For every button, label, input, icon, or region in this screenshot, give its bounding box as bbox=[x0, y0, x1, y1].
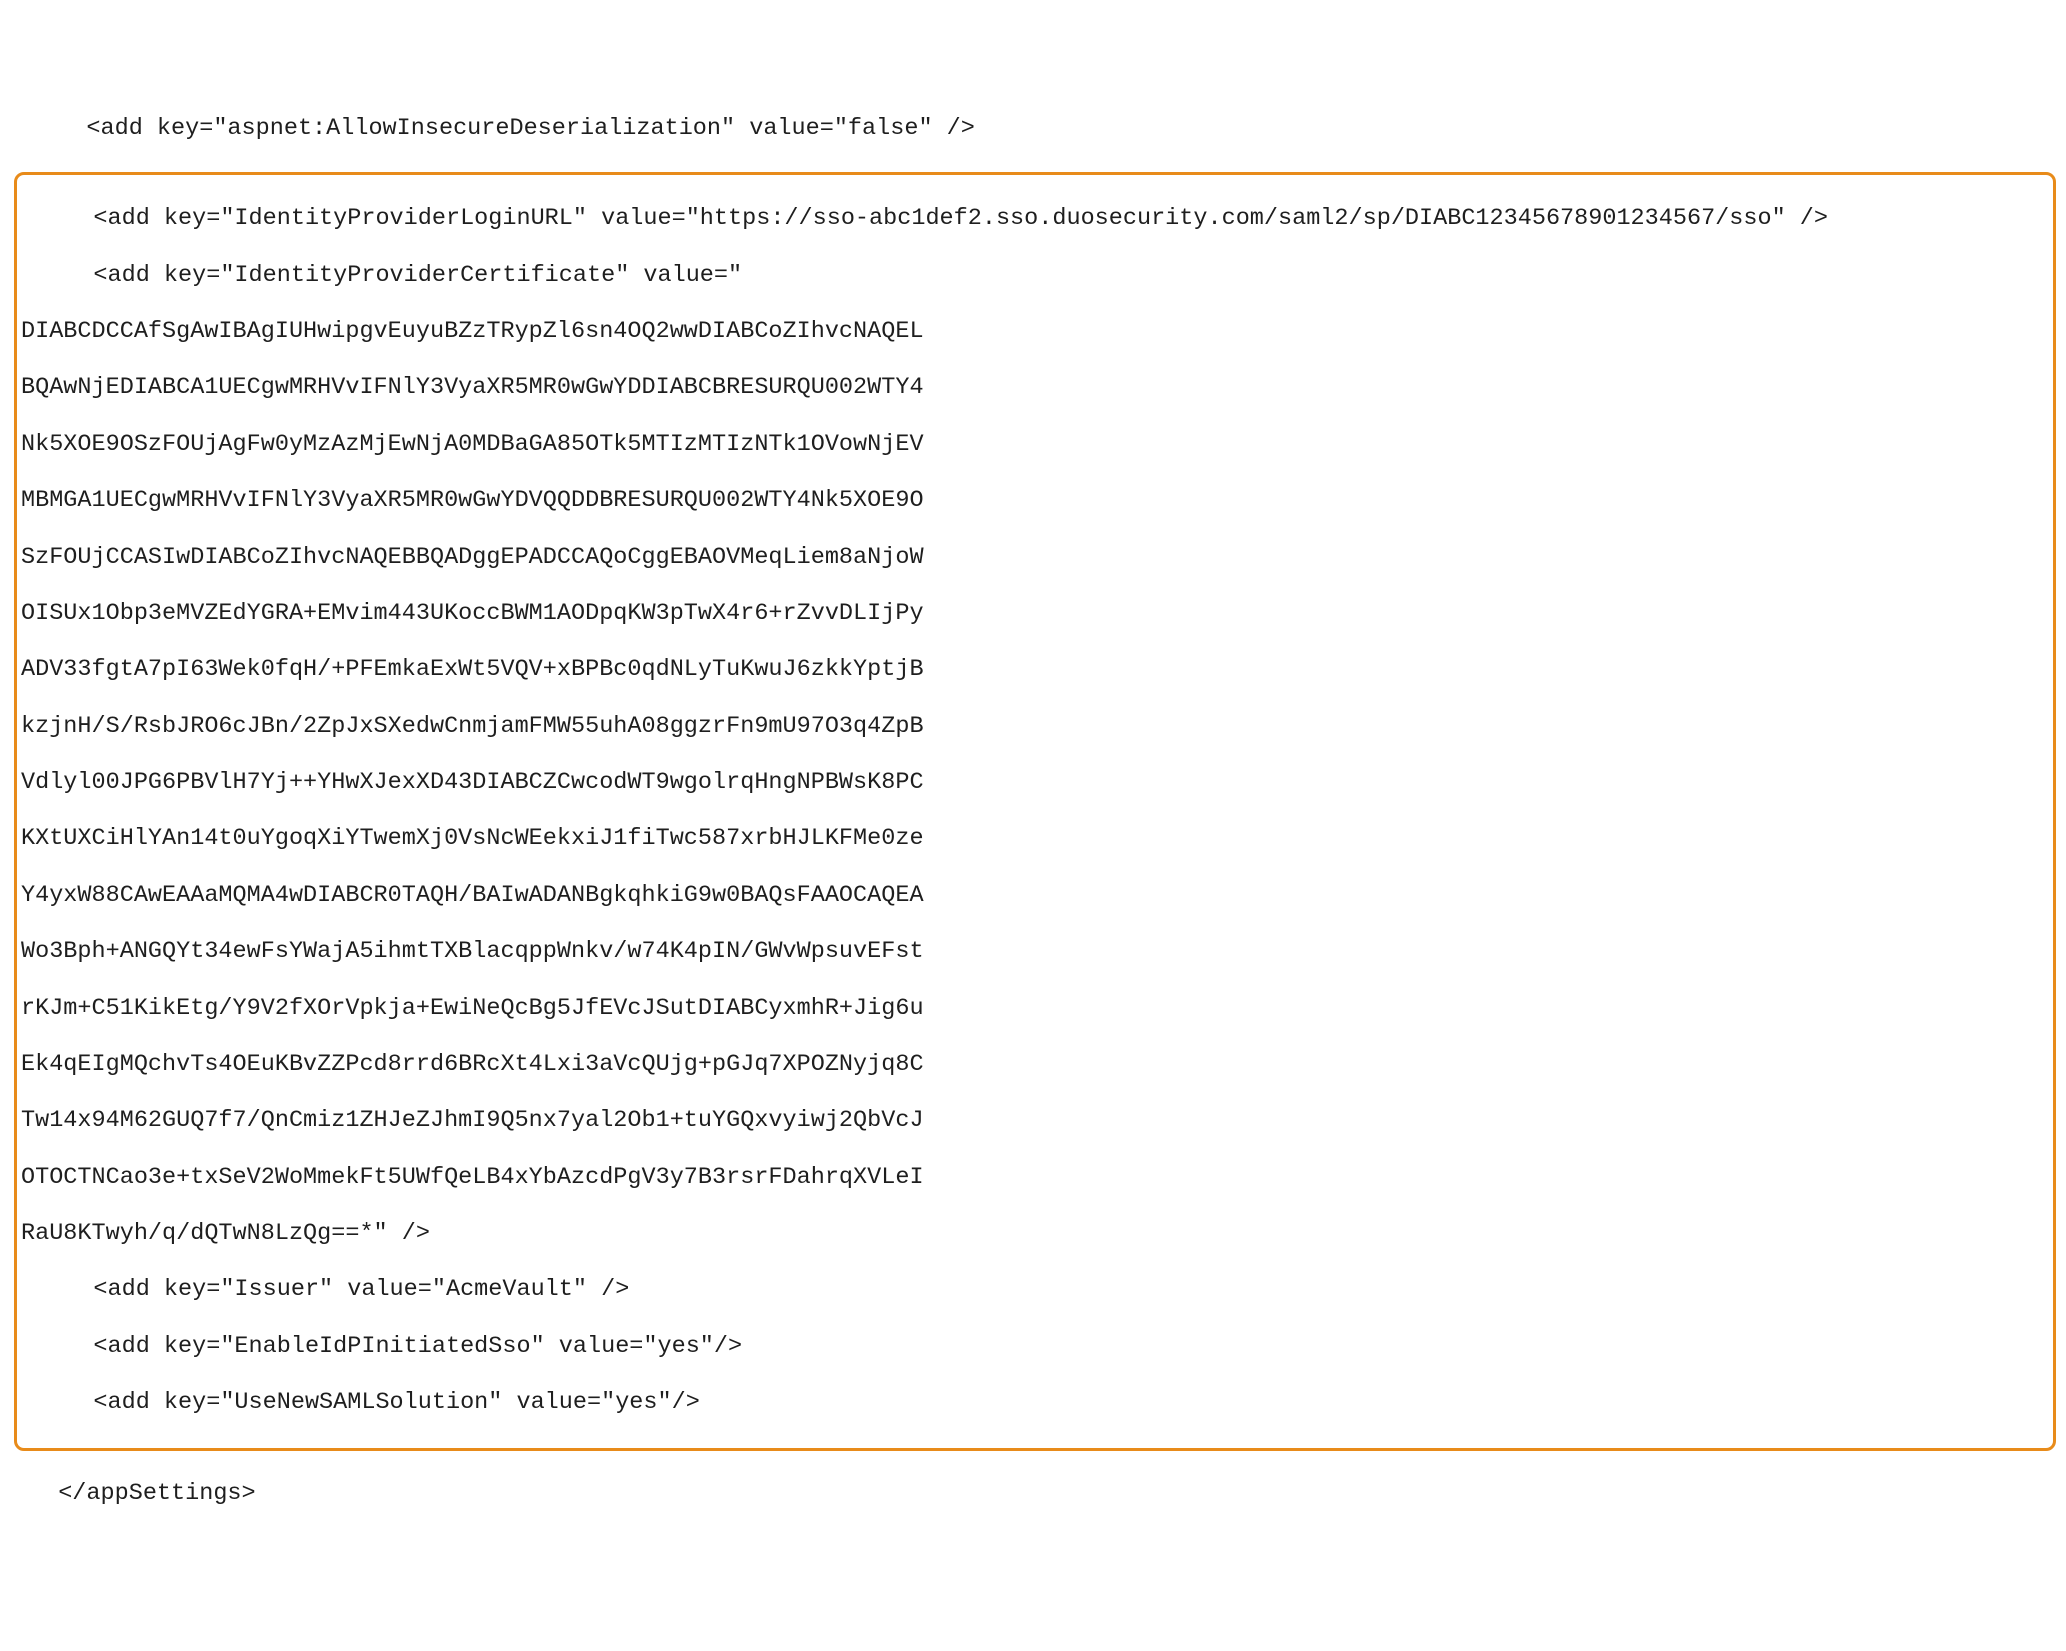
code-line: SzFOUjCCASIwDIABCoZIhvcNAQEBBQADggEPADCC… bbox=[17, 544, 2053, 572]
code-line: rKJm+C51KikEtg/Y9V2fXOrVpkja+EwiNeQcBg5J… bbox=[17, 995, 2053, 1023]
code-line: <add key="UseNewSAMLSolution" value="yes… bbox=[17, 1389, 2053, 1417]
code-line: Nk5XOE9OSzFOUjAgFw0yMzAzMjEwNjA0MDBaGA85… bbox=[17, 431, 2053, 459]
code-line: ADV33fgtA7pI63Wek0fqH/+PFEmkaExWt5VQV+xB… bbox=[17, 656, 2053, 684]
code-line: <add key="aspnet:AllowInsecureDeserializ… bbox=[10, 115, 2066, 143]
code-line: Wo3Bph+ANGQYt34ewFsYWajA5ihmtTXBlacqppWn… bbox=[17, 938, 2053, 966]
code-line: Vdlyl00JPG6PBVlH7Yj++YHwXJexXD43DIABCZCw… bbox=[17, 769, 2053, 797]
code-line: OISUx1Obp3eMVZEdYGRA+EMvim443UKoccBWM1AO… bbox=[17, 600, 2053, 628]
code-line: BQAwNjEDIABCA1UECgwMRHVvIFNlY3VyaXR5MR0w… bbox=[17, 374, 2053, 402]
code-line: <add key="IdentityProviderLoginURL" valu… bbox=[17, 205, 2053, 233]
code-line: KXtUXCiHlYAn14t0uYgoqXiYTwemXj0VsNcWEekx… bbox=[17, 825, 2053, 853]
code-line: </appSettings> bbox=[10, 1480, 2066, 1508]
code-line: kzjnH/S/RsbJRO6cJBn/2ZpJxSXedwCnmjamFMW5… bbox=[17, 713, 2053, 741]
code-line: <add key="Issuer" value="AcmeVault" /> bbox=[17, 1276, 2053, 1304]
code-line: Tw14x94M62GUQ7f7/QnCmiz1ZHJeZJhmI9Q5nx7y… bbox=[17, 1107, 2053, 1135]
code-line: <add key="EnableIdPInitiatedSso" value="… bbox=[17, 1333, 2053, 1361]
code-line: OTOCTNCao3e+txSeV2WoMmekFt5UWfQeLB4xYbAz… bbox=[17, 1164, 2053, 1192]
code-line: RaU8KTwyh/q/dQTwN8LzQg==*" /> bbox=[17, 1220, 2053, 1248]
code-line: <add key="IdentityProviderCertificate" v… bbox=[17, 262, 2053, 290]
code-line: Ek4qEIgMQchvTs4OEuKBvZZPcd8rrd6BRcXt4Lxi… bbox=[17, 1051, 2053, 1079]
code-line: Y4yxW88CAwEAAaMQMA4wDIABCR0TAQH/BAIwADAN… bbox=[17, 882, 2053, 910]
code-line: MBMGA1UECgwMRHVvIFNlY3VyaXR5MR0wGwYDVQQD… bbox=[17, 487, 2053, 515]
highlighted-config-block: <add key="IdentityProviderLoginURL" valu… bbox=[14, 172, 2056, 1450]
code-line: DIABCDCCAfSgAwIBAgIUHwipgvEuyuBZzTRypZl6… bbox=[17, 318, 2053, 346]
